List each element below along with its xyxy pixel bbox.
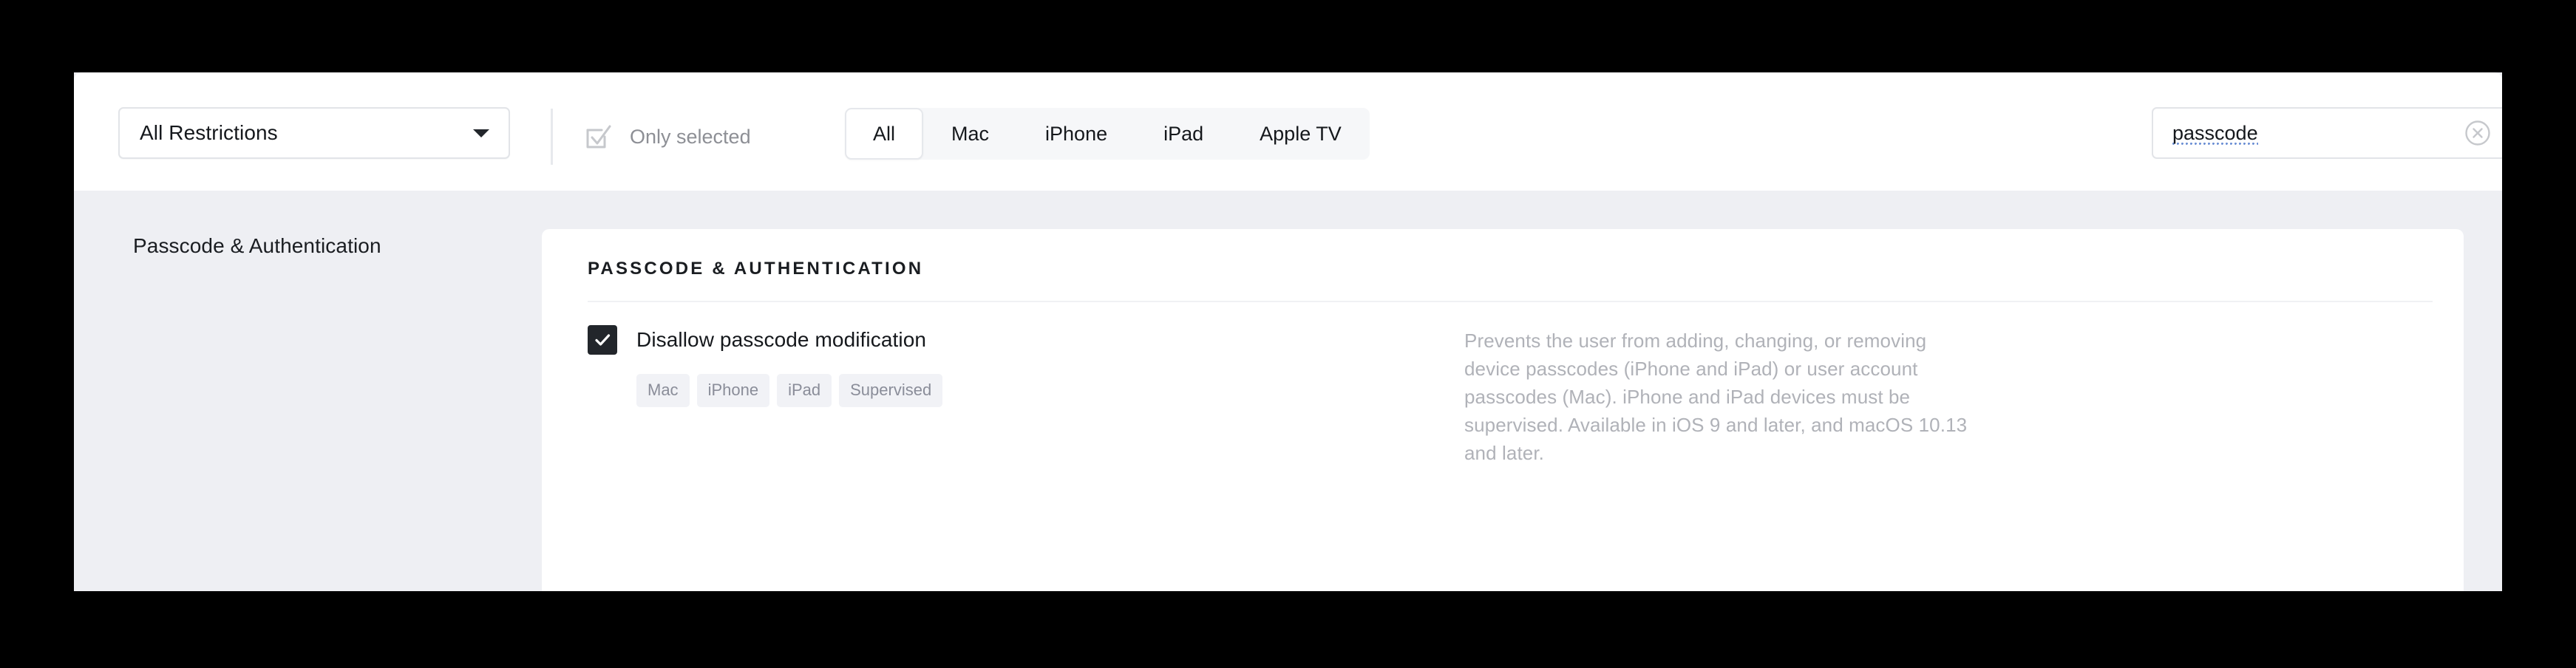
body-area: Passcode & Authentication PASSCODE & AUT… [74,191,2502,591]
segment-apple-tv[interactable]: Apple TV [1231,108,1370,160]
restrictions-filter-dropdown[interactable]: All Restrictions [118,107,510,159]
setting-control-group: Disallow passcode modification Mac iPhon… [588,325,1438,407]
tag-ipad: iPad [777,374,832,407]
tag-supervised: Supervised [839,374,943,407]
checkbox-outline-icon [582,120,615,153]
only-selected-label: Only selected [630,125,751,148]
segment-ipad[interactable]: iPad [1135,108,1231,160]
setting-header[interactable]: Disallow passcode modification [588,325,1438,355]
clear-circle-icon[interactable] [2464,119,2492,147]
segment-mac[interactable]: Mac [923,108,1017,160]
tag-mac: Mac [636,374,690,407]
chevron-down-icon [473,129,489,137]
segment-iphone-label: iPhone [1045,122,1108,145]
sidebar-item-passcode-authentication[interactable]: Passcode & Authentication [133,236,381,256]
segment-ipad-label: iPad [1163,122,1204,145]
setting-label: Disallow passcode modification [636,328,927,351]
search-input[interactable]: passcode [2172,121,2464,146]
segment-all[interactable]: All [845,108,924,160]
search-field[interactable]: passcode [2152,107,2502,159]
segment-mac-label: Mac [951,122,990,145]
category-sidebar: Passcode & Authentication [74,191,542,591]
segment-iphone[interactable]: iPhone [1017,108,1135,160]
platform-tag-list: Mac iPhone iPad Supervised [636,374,1438,407]
disallow-passcode-modification-checkbox[interactable] [588,325,617,355]
tag-iphone: iPhone [696,374,770,407]
restrictions-filter-value: All Restrictions [140,121,278,144]
platform-segmented-control[interactable]: All Mac iPhone iPad Apple TV [845,108,1370,160]
segment-apple-tv-label: Apple TV [1260,122,1342,145]
settings-content-card: PASSCODE & AUTHENTICATION Disallow passc… [542,229,2464,591]
section-divider [588,301,2433,302]
segment-all-label: All [873,122,896,145]
only-selected-checkbox[interactable]: Only selected [582,111,751,163]
toolbar: All Restrictions Only selected All Mac i… [74,72,2502,191]
section-title: PASSCODE & AUTHENTICATION [588,259,924,279]
setting-description: Prevents the user from adding, changing,… [1464,330,1968,464]
toolbar-divider [551,109,553,165]
search-input-value: passcode [2172,121,2258,146]
restrictions-panel: All Restrictions Only selected All Mac i… [74,72,2502,591]
